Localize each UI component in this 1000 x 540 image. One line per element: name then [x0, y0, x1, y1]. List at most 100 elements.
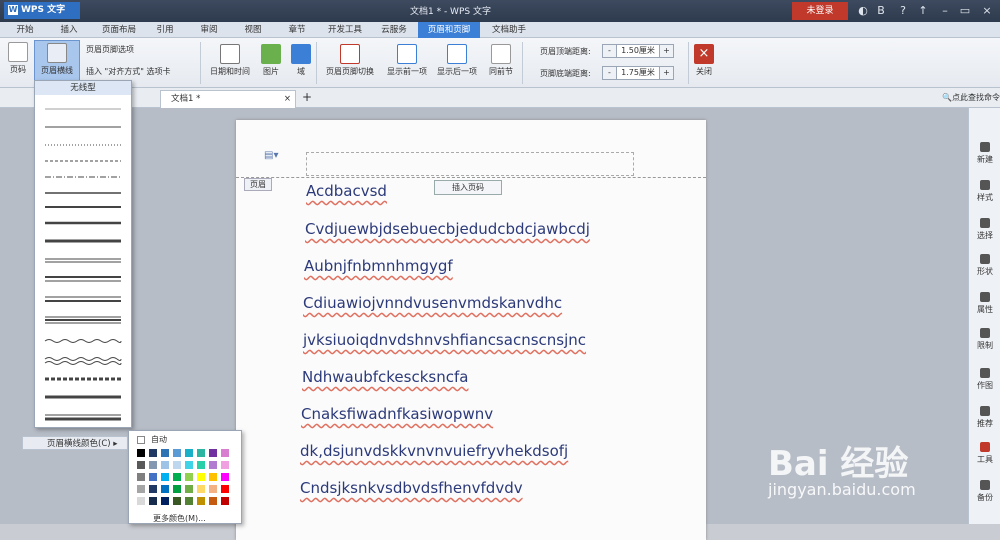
line-style-list[interactable]: [35, 97, 131, 427]
minimize-icon[interactable]: –: [938, 4, 952, 18]
help-icon[interactable]: ?: [896, 4, 910, 18]
auto-color-option[interactable]: 自动: [137, 434, 167, 445]
property-panel-button[interactable]: 属性: [969, 292, 1000, 315]
tab-insert[interactable]: 插入: [52, 22, 86, 38]
tab-cloud[interactable]: 云服务: [374, 22, 414, 38]
doc-line[interactable]: Cdiuawiojvnndvusenvmdskanvdhc: [303, 294, 562, 312]
color-swatch[interactable]: [185, 473, 193, 481]
color-swatch[interactable]: [173, 497, 181, 505]
color-swatch[interactable]: [161, 449, 169, 457]
color-swatch[interactable]: [149, 485, 157, 493]
color-swatch[interactable]: [221, 473, 229, 481]
doc-line[interactable]: Acdbacvsd: [306, 182, 387, 200]
color-swatch[interactable]: [149, 473, 157, 481]
color-swatch[interactable]: [137, 461, 145, 469]
select-panel-button[interactable]: 选择: [969, 218, 1000, 241]
color-swatch[interactable]: [197, 497, 205, 505]
color-swatch[interactable]: [137, 473, 145, 481]
doc-line[interactable]: Ndhwaubfckescksncfa: [302, 368, 468, 386]
color-swatch[interactable]: [161, 461, 169, 469]
recommend-panel-button[interactable]: 推荐: [969, 406, 1000, 429]
tab-start[interactable]: 开始: [8, 22, 42, 38]
header-top-stepper[interactable]: -1.50厘米 +: [602, 44, 674, 58]
same-as-prev-button[interactable]: 同前节: [486, 44, 516, 77]
document-tab[interactable]: 文档1 * ×: [160, 90, 296, 108]
tab-developer[interactable]: 开发工具: [320, 22, 370, 38]
search-command[interactable]: 🔍点此查找命令: [942, 92, 1000, 103]
color-swatch[interactable]: [221, 497, 229, 505]
increase-button[interactable]: +: [659, 67, 673, 79]
color-swatch[interactable]: [197, 461, 205, 469]
color-swatch[interactable]: [209, 485, 217, 493]
close-icon[interactable]: ×: [980, 4, 994, 18]
app-menu-button[interactable]: W WPS 文字: [4, 2, 80, 19]
color-swatch[interactable]: [149, 449, 157, 457]
doc-line[interactable]: Cnaksfiwadnfkasiwopwnv: [301, 405, 493, 423]
close-hf-button[interactable]: × 关闭: [692, 44, 716, 77]
shape-panel-button[interactable]: 形状: [969, 254, 1000, 277]
color-swatch[interactable]: [149, 497, 157, 505]
tab-doc-helper[interactable]: 文档助手: [484, 22, 534, 38]
doc-line[interactable]: Cndsjksnkvsdbvdsfhenvfdvdv: [300, 479, 523, 497]
color-swatch[interactable]: [161, 473, 169, 481]
footer-bottom-stepper[interactable]: -1.75厘米 +: [602, 66, 674, 80]
color-swatch[interactable]: [197, 485, 205, 493]
field-button[interactable]: 域: [290, 44, 312, 77]
color-swatch[interactable]: [149, 461, 157, 469]
header-line-color-menu[interactable]: 页眉横线颜色(C) ▸: [22, 436, 128, 450]
doc-line[interactable]: Cvdjuewbjdsebuecbjedudcbdcjawbcdj: [305, 220, 590, 238]
color-swatch[interactable]: [161, 497, 169, 505]
color-swatch[interactable]: [185, 449, 193, 457]
color-swatch[interactable]: [173, 485, 181, 493]
hf-options-button[interactable]: 页眉页脚选项: [86, 44, 134, 55]
color-swatch[interactable]: [221, 461, 229, 469]
color-swatch[interactable]: [209, 497, 217, 505]
restore-icon[interactable]: ▭: [958, 4, 972, 18]
hf-switch-button[interactable]: 页眉页脚切换: [322, 44, 378, 77]
restrict-panel-button[interactable]: 限制: [969, 328, 1000, 351]
insert-page-number-button[interactable]: 插入页码: [434, 180, 502, 195]
show-next-button[interactable]: 显示后一项: [434, 44, 480, 77]
color-swatch[interactable]: [173, 449, 181, 457]
header-doc-icon[interactable]: ▤▾: [264, 150, 278, 161]
color-swatch[interactable]: [221, 485, 229, 493]
insert-align-tab-button[interactable]: 插入 "对齐方式" 选项卡: [86, 66, 170, 77]
color-swatch[interactable]: [209, 449, 217, 457]
tab-reference[interactable]: 引用: [148, 22, 182, 38]
color-swatch[interactable]: [221, 449, 229, 457]
decrease-button[interactable]: -: [603, 67, 617, 79]
new-panel-button[interactable]: 新建: [969, 142, 1000, 165]
skin-icon[interactable]: ◐: [856, 4, 870, 18]
color-swatch[interactable]: [137, 497, 145, 505]
account-icon[interactable]: B: [874, 4, 888, 18]
line-style-none[interactable]: 无线型: [35, 81, 131, 95]
tab-section[interactable]: 章节: [280, 22, 314, 38]
header-line-button[interactable]: 页眉横线: [34, 40, 80, 82]
draw-panel-button[interactable]: 作图: [969, 368, 1000, 391]
decrease-button[interactable]: -: [603, 45, 617, 57]
color-swatch[interactable]: [173, 461, 181, 469]
color-swatch[interactable]: [209, 461, 217, 469]
new-tab-icon[interactable]: +: [302, 90, 312, 104]
login-button[interactable]: 未登录: [792, 2, 848, 20]
header-area[interactable]: [306, 152, 634, 176]
backup-panel-button[interactable]: 备份: [969, 480, 1000, 503]
page-number-button[interactable]: 页码: [4, 42, 32, 75]
footer-bottom-value[interactable]: 1.75厘米: [617, 67, 659, 79]
document-page[interactable]: ▤▾ 页眉 插入页码 Acdbacvsd Cvdjuewbjdsebuecbje…: [236, 120, 706, 540]
color-swatch[interactable]: [185, 497, 193, 505]
color-swatch[interactable]: [185, 485, 193, 493]
doc-line[interactable]: dk,dsjunvdskkvnvnvuiefryvhekdsofj: [300, 442, 568, 460]
doc-line[interactable]: jvksiuoiqdnvdshnvshfiancsacnscnsjnc: [303, 331, 586, 349]
tools-panel-button[interactable]: 工具: [969, 442, 1000, 465]
header-top-value[interactable]: 1.50厘米: [617, 45, 659, 57]
tab-close-icon[interactable]: ×: [284, 91, 291, 107]
more-colors-option[interactable]: 更多颜色(M)...: [153, 513, 206, 524]
show-prev-button[interactable]: 显示前一项: [384, 44, 430, 77]
color-swatch[interactable]: [197, 449, 205, 457]
color-swatch[interactable]: [209, 473, 217, 481]
color-swatch[interactable]: [173, 473, 181, 481]
picture-button[interactable]: 图片: [258, 44, 284, 77]
tab-view[interactable]: 视图: [236, 22, 270, 38]
color-swatch[interactable]: [161, 485, 169, 493]
